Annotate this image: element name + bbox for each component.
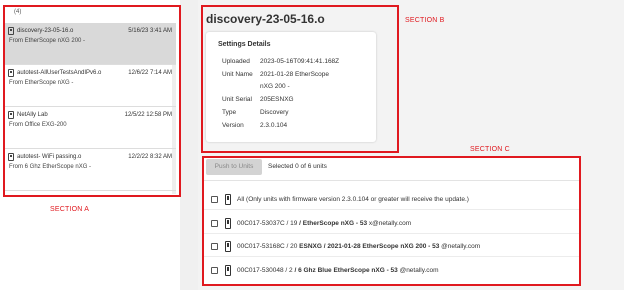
- section-a-outline: [3, 5, 181, 197]
- section-a-label: SECTION A: [50, 206, 90, 213]
- section-c-outline: [202, 156, 581, 286]
- panel-gutter: [180, 0, 198, 290]
- section-c-label: SECTION C: [470, 146, 510, 153]
- section-b-outline: [201, 5, 399, 153]
- section-b-label: SECTION B: [405, 17, 445, 24]
